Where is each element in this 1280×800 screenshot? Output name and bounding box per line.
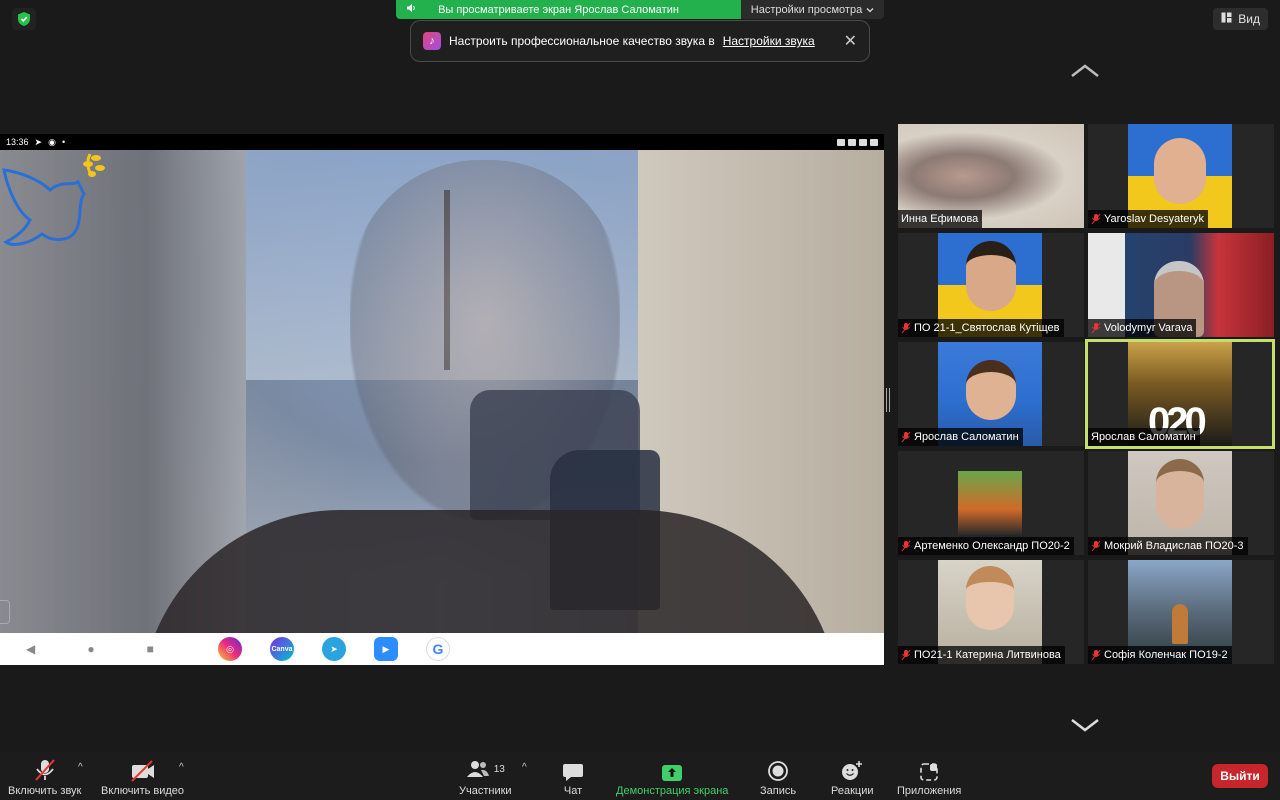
shared-screen: 13:36 ➤ ◉ • ◀ ● ■ ◎ Canva ➤ ▶ G (0, 134, 884, 665)
apps-icon (919, 756, 939, 782)
chevron-down-icon (866, 4, 874, 16)
video-options-chevron-icon[interactable]: ^ (179, 762, 184, 773)
screen-share-banner: Вы просматриваете экран Ярослав Саломати… (396, 0, 884, 19)
share-screen-button[interactable]: Демонстрация экрана (616, 756, 728, 797)
scroll-down-chevron-icon[interactable] (1070, 718, 1100, 737)
participant-tile[interactable]: ПО 21-1_Святослав Кутіщев (898, 233, 1084, 337)
audio-quality-notification: ♪ Настроить профессиональное качество зв… (410, 20, 870, 62)
participant-tile[interactable]: ПО21-1 Катерина Литвинова (898, 560, 1084, 664)
leave-meeting-button[interactable]: Выйти (1212, 764, 1268, 788)
smiley-plus-icon (840, 756, 864, 782)
start-video-label: Включить видео (101, 785, 185, 797)
scroll-up-chevron-icon[interactable] (1070, 64, 1100, 83)
participant-name: Ярослав Саломатин (1088, 428, 1200, 446)
record-label: Запись (760, 785, 797, 797)
participant-name: Артеменко Олександр ПО20-2 (898, 537, 1074, 555)
phone-status-bar: 13:36 ➤ ◉ • (0, 134, 884, 150)
start-video-button[interactable]: Включить видео (101, 756, 184, 797)
sharing-status: Вы просматриваете экран Ярослав Саломати… (396, 0, 741, 19)
notification-icon: ◉ (48, 136, 56, 147)
chat-label: Чат (563, 785, 583, 797)
reactions-button[interactable]: Реакции (831, 756, 874, 797)
participant-name: Мокрий Владислав ПО20-3 (1088, 537, 1248, 555)
participant-tile-active-speaker[interactable]: 020 Ярослав Саломатин (1085, 339, 1275, 449)
google-icon[interactable]: G (426, 637, 450, 661)
side-panel-tab[interactable] (0, 600, 10, 624)
telegram-icon[interactable]: ➤ (322, 637, 346, 661)
camera-video-frame (0, 150, 884, 665)
chat-button[interactable]: Чат (562, 756, 584, 797)
camera-off-icon (130, 756, 156, 782)
participant-name: Ярослав Саломатин (898, 428, 1023, 446)
participants-button[interactable]: 13 Участники (459, 756, 512, 797)
reactions-label: Реакции (831, 785, 874, 797)
canva-icon[interactable]: Canva (270, 637, 294, 661)
speaker-icon (406, 3, 416, 16)
chat-bubble-icon (562, 756, 584, 782)
zoom-icon[interactable]: ▶ (374, 637, 398, 661)
participant-name: Инна Ефимова (898, 210, 983, 228)
peace-dove-icon (2, 153, 105, 246)
participant-name: Yaroslav Desyateryk (1088, 210, 1209, 228)
participants-count: 13 (493, 763, 505, 775)
participant-tile[interactable]: Артеменко Олександр ПО20-2 (898, 451, 1084, 555)
share-screen-icon (661, 756, 683, 782)
audio-settings-link[interactable]: Настройки звука (723, 34, 815, 48)
participant-name: Volodymyr Varava (1088, 319, 1197, 337)
participant-tile[interactable]: Софія Коленчак ПО19-2 (1088, 560, 1274, 664)
grid-icon (1221, 12, 1232, 26)
participant-tile[interactable]: Volodymyr Varava (1088, 233, 1274, 337)
security-shield-icon[interactable] (12, 8, 36, 30)
close-icon[interactable]: ✕ (844, 31, 857, 51)
instagram-icon[interactable]: ◎ (218, 637, 242, 661)
phone-time: 13:36 (6, 137, 29, 147)
music-note-icon: ♪ (423, 32, 441, 50)
view-options-button[interactable]: Настройки просмотра (741, 0, 884, 19)
view-button[interactable]: Вид (1213, 8, 1268, 30)
record-button[interactable]: Запись (760, 756, 796, 797)
participant-tile[interactable]: Yaroslav Desyateryk (1088, 124, 1274, 228)
back-icon[interactable]: ◀ (26, 642, 35, 656)
apps-button[interactable]: Приложения (897, 756, 961, 797)
participants-options-chevron-icon[interactable]: ^ (522, 762, 527, 773)
dot-icon: • (61, 137, 66, 147)
phone-status-icons (837, 138, 878, 146)
participant-tile[interactable]: Ярослав Саломатин (898, 342, 1084, 446)
participants-icon: 13 (466, 756, 505, 782)
audio-options-chevron-icon[interactable]: ^ (78, 762, 83, 773)
home-icon[interactable]: ● (87, 642, 94, 656)
recents-icon[interactable]: ■ (147, 642, 154, 656)
participants-label: Участники (459, 785, 512, 797)
microphone-muted-icon (34, 756, 56, 782)
participant-name: ПО21-1 Катерина Литвинова (898, 646, 1065, 664)
participant-tile[interactable]: Мокрий Владислав ПО20-3 (1088, 451, 1274, 555)
apps-label: Приложения (897, 785, 962, 797)
meeting-toolbar: Включить звук ^ Включить видео ^ 13 Учас… (0, 752, 1280, 800)
share-screen-label: Демонстрация экрана (616, 785, 729, 797)
notification-text: Настроить профессиональное качество звук… (449, 34, 715, 48)
unmute-button[interactable]: Включить звук (8, 756, 81, 797)
telegram-notification-icon: ➤ (34, 136, 43, 147)
unmute-label: Включить звук (8, 785, 82, 797)
participant-name: Софія Коленчак ПО19-2 (1088, 646, 1232, 664)
view-label: Вид (1238, 12, 1260, 26)
view-options-label: Настройки просмотра (750, 3, 863, 16)
phone-navigation-bar: ◀ ● ■ ◎ Canva ➤ ▶ G (0, 633, 884, 665)
resize-handle[interactable] (886, 388, 890, 412)
sharing-text: Вы просматриваете экран Ярослав Саломати… (438, 3, 679, 16)
participant-tile[interactable]: Инна Ефимова (898, 124, 1084, 228)
participant-name: ПО 21-1_Святослав Кутіщев (898, 319, 1064, 337)
record-icon (767, 756, 789, 782)
